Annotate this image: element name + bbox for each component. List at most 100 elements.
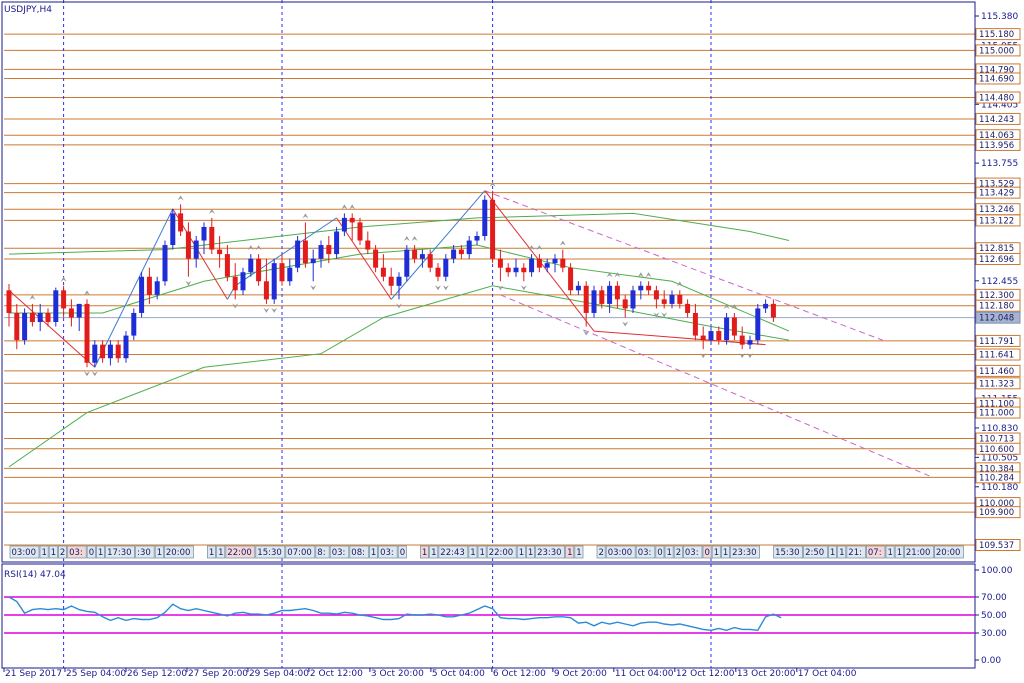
price-tick-label: 110.180 [981, 483, 1018, 493]
current-price-label: 112.048 [979, 314, 1014, 324]
candle [84, 299, 90, 368]
candle-body [139, 276, 145, 313]
time-axis-label: 9 Oct 20:00 [554, 669, 607, 679]
candle-body [302, 240, 308, 264]
candle-body [669, 294, 675, 304]
time-mark-label: 1 [528, 548, 533, 558]
time-axis-label: 26 Sep 12:00 [127, 669, 187, 679]
candle-body [599, 290, 605, 304]
candle-body [443, 258, 449, 277]
candle-body [435, 267, 441, 277]
rsi-tick-label: 30.00 [981, 629, 1007, 639]
time-mark-label: 1 [519, 548, 524, 558]
candle-body [100, 344, 106, 359]
candle-body [700, 335, 706, 341]
level-price-label: 112.815 [979, 244, 1014, 254]
candle [591, 285, 597, 318]
candle [170, 208, 176, 250]
level-price-label: 109.900 [979, 508, 1014, 518]
time-mark-label: 15:30 [775, 548, 800, 558]
time-mark-label: 1 [51, 548, 56, 558]
level-price-label: 113.956 [979, 141, 1014, 151]
candle [131, 308, 137, 341]
time-mark-label: 23:30 [537, 548, 562, 558]
time-axis-label: 27 Sep 20:00 [188, 669, 248, 679]
time-mark-label: 1 [371, 548, 376, 558]
price-axis: 115.380115.055114.405113.755113.105112.4… [975, 12, 1021, 551]
time-mark-label: 1 [157, 548, 162, 558]
candle-body [287, 267, 293, 282]
candle-body [92, 344, 98, 363]
candle-body [240, 272, 246, 291]
candle-body [380, 267, 386, 277]
time-mark-label: :30 [137, 548, 151, 558]
price-tick-label: 110.830 [981, 424, 1018, 434]
time-mark-label: 1 [714, 548, 719, 558]
candle-body [45, 312, 51, 323]
candle-body [131, 312, 137, 336]
candle-body [521, 267, 527, 273]
candle-body [185, 231, 191, 259]
candle-body [607, 285, 613, 304]
candle-body [513, 267, 519, 273]
time-axis-label: 29 Sep 04:00 [249, 669, 309, 679]
candle-body [22, 312, 28, 341]
time-axis-label: 13 Oct 20:00 [737, 669, 796, 679]
time-mark-label: 1 [431, 548, 436, 558]
time-axis-label: 2 Oct 12:00 [310, 669, 363, 679]
candle [123, 331, 129, 363]
candle-body [123, 335, 129, 359]
price-tick-label: 112.455 [981, 277, 1018, 287]
rsi-tick-label: 100.00 [981, 566, 1013, 576]
level-price-label: 113.122 [979, 216, 1014, 226]
chart-canvas: 115.380115.055114.405113.755113.105112.4… [0, 0, 1024, 683]
candle-body [232, 276, 238, 291]
candle-body [583, 285, 589, 313]
candle [490, 190, 496, 264]
time-mark-label: 21:00 [906, 548, 931, 558]
price-tick-label: 115.380 [981, 12, 1018, 22]
time-mark-label: 1 [480, 548, 485, 558]
candle-body [209, 226, 215, 250]
time-mark-label: 03: [380, 548, 394, 558]
candle [271, 258, 277, 304]
candle-body [349, 217, 355, 223]
candle-body [365, 240, 371, 250]
candle-body [53, 290, 59, 323]
candle-body [217, 249, 223, 255]
candle-body [560, 258, 566, 268]
candle-body [404, 249, 410, 277]
time-mark-label: 8: [317, 548, 325, 558]
candle-body [544, 263, 550, 268]
candle-body [115, 344, 121, 359]
candle-body [224, 254, 230, 277]
candle-body [341, 217, 347, 232]
time-mark-label: 23:30 [732, 548, 757, 558]
candle [334, 226, 340, 259]
candle-body [630, 290, 636, 309]
candle-body [685, 303, 691, 313]
level-price-label: 112.696 [979, 255, 1014, 265]
level-price-label: 115.180 [979, 30, 1014, 40]
level-price-label: 114.243 [979, 115, 1014, 125]
time-mark-label: 2 [599, 548, 604, 558]
candle-body [373, 249, 379, 268]
time-mark-label: 0 [705, 548, 710, 558]
candle-body [37, 312, 43, 323]
candle-body [739, 335, 745, 345]
chart-window: 115.380115.055114.405113.755113.105112.4… [0, 0, 1024, 683]
candle-body [536, 258, 542, 268]
candle-body [677, 294, 683, 304]
time-mark-label: 1 [218, 548, 223, 558]
time-mark-label: 03:00 [608, 548, 633, 558]
candle-body [107, 344, 113, 359]
candle-body [482, 199, 488, 237]
level-price-label: 112.300 [979, 291, 1014, 301]
candle-body [661, 299, 667, 304]
candle-body [474, 236, 480, 241]
candle-body [763, 303, 769, 309]
candle-body [497, 258, 503, 268]
time-mark-label: 22:00 [227, 548, 252, 558]
candle-body [505, 267, 511, 273]
time-mark-label: 1 [667, 548, 672, 558]
